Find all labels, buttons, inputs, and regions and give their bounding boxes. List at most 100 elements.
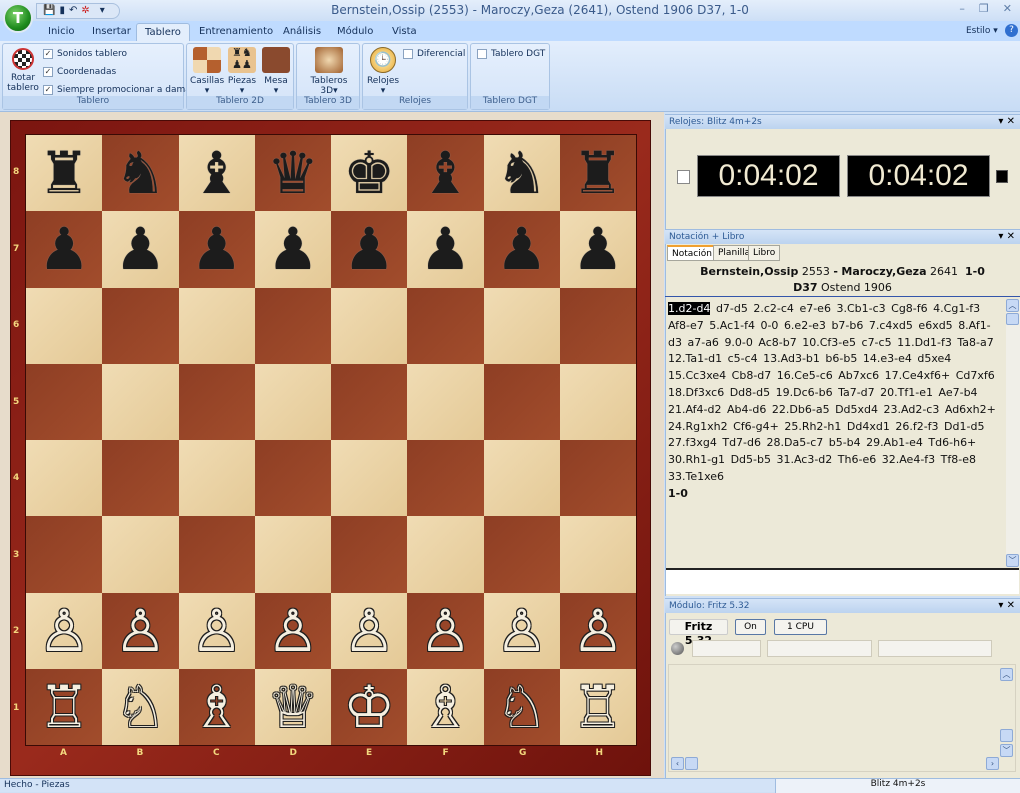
sounds-checkbox[interactable]: ✓ Sonidos tablero (43, 49, 127, 59)
move[interactable]: 20.Tf1-e1 (880, 386, 933, 399)
square-b7[interactable]: ♟ (102, 211, 179, 288)
move[interactable]: Td6-h6+ (928, 436, 976, 449)
move[interactable]: 13.Ad3-b1 (763, 352, 820, 365)
square-b8[interactable]: ♞ (102, 135, 179, 212)
move[interactable]: 29.Ab1-e4 (866, 436, 923, 449)
panel-controls[interactable]: ▾ ✕ (998, 600, 1015, 611)
move[interactable]: 6.e2-e3 (784, 319, 826, 332)
tab-modulo[interactable]: Módulo (329, 23, 381, 41)
move[interactable]: 15.Cc3xe4 (668, 369, 726, 382)
move[interactable]: Ab7xc6 (838, 369, 879, 382)
move[interactable]: Dd8-d5 (730, 386, 770, 399)
help-icon[interactable]: ? (1005, 24, 1018, 37)
chess-piece[interactable]: ♕ (267, 678, 319, 736)
square-a3[interactable] (26, 516, 103, 593)
move[interactable]: 26.f2-f3 (895, 420, 938, 433)
square-e3[interactable] (331, 516, 408, 593)
chess-piece[interactable]: ♙ (38, 602, 90, 660)
customize-qat-icon[interactable]: ▾ (100, 4, 105, 18)
chess-piece[interactable]: ♙ (267, 602, 319, 660)
square-b3[interactable] (102, 516, 179, 593)
move[interactable]: d7-d5 (716, 302, 748, 315)
tab-insertar[interactable]: Insertar (84, 23, 139, 41)
chess-piece[interactable]: ♟ (343, 220, 395, 278)
current-move[interactable]: 1.d2-d4 (668, 302, 711, 315)
move[interactable]: Dd1-d5 (944, 420, 984, 433)
chess-piece[interactable]: ♛ (267, 144, 319, 202)
move[interactable]: Dd5-b5 (731, 453, 771, 466)
promote-queen-checkbox[interactable]: ✓ Siempre promocionar a dama (43, 85, 191, 95)
square-a6[interactable] (26, 287, 103, 364)
save-icon[interactable]: 💾 (43, 4, 55, 18)
move[interactable]: b5-b4 (829, 436, 861, 449)
move[interactable]: Ta7-d7 (838, 386, 875, 399)
app-menu-button[interactable]: T (3, 3, 33, 33)
move[interactable]: 0-0 (760, 319, 778, 332)
square-d7[interactable]: ♟ (254, 211, 331, 288)
chess-piece[interactable]: ♟ (267, 220, 319, 278)
chess-piece[interactable]: ♟ (572, 220, 624, 278)
move[interactable]: Dd5xd4 (835, 403, 878, 416)
engine-on-button[interactable]: On (735, 619, 766, 635)
chess-piece[interactable]: ♟ (419, 220, 471, 278)
move[interactable]: Td7-d6 (722, 436, 761, 449)
chess-piece[interactable]: ♖ (572, 678, 624, 736)
square-f4[interactable] (407, 440, 484, 517)
scroll-thumb[interactable] (1006, 313, 1019, 325)
move[interactable]: 11.Dd1-f3 (897, 336, 952, 349)
square-d5[interactable] (254, 363, 331, 440)
scroll-down-icon[interactable]: ﹀ (1006, 554, 1019, 567)
chess-piece[interactable]: ♙ (343, 602, 395, 660)
chess-piece[interactable]: ♙ (419, 602, 471, 660)
move[interactable]: 17.Ce4xf6+ (885, 369, 951, 382)
move[interactable]: Ab4-d6 (727, 403, 766, 416)
move[interactable]: 23.Ad2-c3 (884, 403, 940, 416)
scroll-up-icon[interactable]: ︿ (1000, 668, 1013, 681)
chess-board[interactable]: ♜ ♞ ♝ ♛ ♚ ♝ ♞ ♜ ♟ ♟ ♟ ♟ ♟ ♟ ♟ ♟ ♙ ♙ ♙ ♙ ♙ ♙ ♙ ♙ ♖ ♘ ♗ ♕ ♔ ♗ ♘ ♖ (25, 134, 637, 746)
notation-scrollbar[interactable]: ︿ ﹀ (1006, 299, 1020, 567)
move[interactable]: Tf8-e8 (941, 453, 976, 466)
move[interactable]: Cf6-g4+ (733, 420, 779, 433)
square-e7[interactable]: ♟ (331, 211, 408, 288)
move[interactable]: 19.Dc6-b6 (776, 386, 833, 399)
move[interactable]: 16.Ce5-c6 (777, 369, 833, 382)
scroll-up-icon[interactable]: ︿ (1006, 299, 1019, 312)
style-menu[interactable]: Estilo ▾ (958, 23, 1006, 41)
square-d2[interactable]: ♙ (254, 592, 331, 669)
move[interactable]: d5xe4 (917, 352, 951, 365)
tab-entrenamiento[interactable]: Entrenamiento (191, 23, 281, 41)
new-icon[interactable]: ▮ (59, 4, 65, 18)
chess-piece[interactable]: ♞ (114, 144, 166, 202)
chess-piece[interactable]: ♚ (343, 144, 395, 202)
square-c3[interactable] (178, 516, 255, 593)
tab-libro[interactable]: Libro (748, 245, 781, 261)
move[interactable]: b6-b5 (825, 352, 857, 365)
move[interactable]: 31.Ac3-d2 (776, 453, 832, 466)
chess-piece[interactable]: ♟ (114, 220, 166, 278)
move[interactable]: 27.f3xg4 (668, 436, 717, 449)
squares-button[interactable]: Casillas ▾ (190, 47, 224, 96)
move[interactable]: 25.Rh2-h1 (784, 420, 841, 433)
square-a4[interactable] (26, 440, 103, 517)
chess-piece[interactable]: ♝ (191, 144, 243, 202)
square-d4[interactable] (254, 440, 331, 517)
tab-analisis[interactable]: Análisis (275, 23, 329, 41)
square-f2[interactable]: ♙ (407, 592, 484, 669)
chess-piece[interactable]: ♘ (114, 678, 166, 736)
square-g4[interactable] (483, 440, 560, 517)
clocks-button[interactable]: 🕒 Relojes ▾ (365, 47, 401, 96)
rotate-board-button[interactable]: Rotar tablero (7, 48, 39, 93)
square-h8[interactable]: ♜ (559, 135, 636, 212)
move[interactable]: 33.Te1xe6 (668, 470, 724, 483)
move[interactable]: 22.Db6-a5 (772, 403, 830, 416)
square-h5[interactable] (559, 363, 636, 440)
cpu-button[interactable]: 1 CPU (774, 619, 827, 635)
move[interactable]: 7.c4xd5 (869, 319, 913, 332)
close-button[interactable]: ✕ (1003, 2, 1012, 15)
move[interactable]: Ac8-b7 (758, 336, 796, 349)
tab-vista[interactable]: Vista (384, 23, 425, 41)
square-h4[interactable] (559, 440, 636, 517)
move[interactable]: a7-a6 (687, 336, 718, 349)
pieces-button[interactable]: ♜♞ ♟♟ Piezas ▾ (225, 47, 259, 97)
square-g5[interactable] (483, 363, 560, 440)
